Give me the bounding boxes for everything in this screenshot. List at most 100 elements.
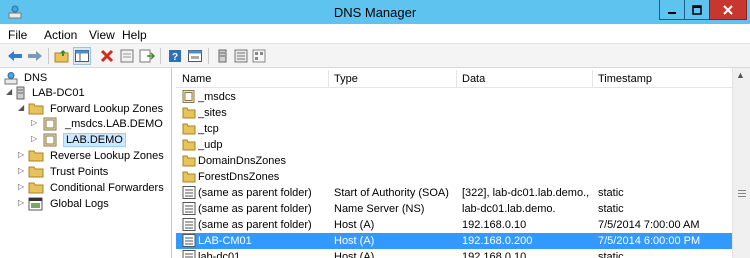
minimize-icon [668, 11, 676, 14]
expand-icon[interactable]: ▷ [31, 119, 39, 127]
scroll-up-icon[interactable]: ▲ [736, 70, 745, 80]
expand-icon[interactable]: ▷ [18, 199, 26, 207]
zone-icon [43, 117, 57, 130]
zone-folder-icon [182, 90, 196, 103]
record-row[interactable]: _tcp [176, 121, 732, 137]
folder-icon [182, 170, 196, 183]
column-data[interactable]: Data [462, 73, 485, 85]
expand-icon[interactable]: ▷ [18, 151, 26, 159]
menu-action[interactable]: Action [44, 28, 77, 42]
server-icon [218, 49, 227, 63]
folder-icon [28, 150, 44, 162]
record-row[interactable]: (same as parent folder) Name Server (NS) l… [176, 201, 732, 217]
folder-icon [182, 138, 196, 151]
record-row[interactable]: _udp [176, 137, 732, 153]
cell-name: (same as parent folder) [198, 187, 312, 199]
maximize-icon [692, 4, 702, 15]
title-bar: DNS Manager [0, 0, 750, 24]
tree-node-dns[interactable]: DNS [4, 70, 49, 85]
tree-label: Global Logs [50, 197, 109, 210]
record-row[interactable]: _sites [176, 105, 732, 121]
dns-icon [4, 71, 18, 84]
tree-node-msdcs-zone[interactable]: _msdcs.LAB.DEMO [43, 116, 165, 131]
collapse-icon[interactable]: ◢ [6, 88, 14, 96]
menu-help[interactable]: Help [122, 28, 147, 42]
record-row[interactable]: lab-dc01 Host (A) 192.168.0.10 static [176, 249, 732, 258]
tree-node-conditional-forwarders[interactable]: Conditional Forwarders [28, 180, 166, 195]
cell-name: _sites [198, 107, 227, 119]
toolbar: ? [0, 44, 750, 68]
vertical-scrollbar[interactable]: ▲ [732, 68, 750, 258]
tree-node-trust-points[interactable]: Trust Points [28, 164, 110, 179]
column-divider[interactable] [328, 70, 329, 88]
folder-icon [182, 154, 196, 167]
cell-name: LAB-CM01 [198, 235, 252, 247]
folder-icon [28, 103, 44, 115]
help-button[interactable]: ? [166, 47, 184, 65]
cell-data: 192.168.0.200 [462, 235, 533, 247]
tree-node-lab-dc01[interactable]: LAB-DC01 [16, 85, 87, 100]
records-button[interactable] [250, 47, 268, 65]
tree-label: Reverse Lookup Zones [50, 149, 164, 162]
back-button[interactable] [6, 47, 24, 65]
expand-icon[interactable]: ▷ [18, 167, 26, 175]
show-hide-tree-button[interactable] [73, 47, 91, 65]
forward-button[interactable] [26, 47, 44, 65]
record-row[interactable]: ForestDnsZones [176, 169, 732, 185]
expand-icon[interactable]: ▷ [18, 183, 26, 191]
show-hide-tree-icon [75, 50, 89, 62]
up-folder-button[interactable] [53, 47, 71, 65]
server-button[interactable] [214, 47, 232, 65]
details-view-button[interactable] [186, 47, 204, 65]
details-view-icon [188, 50, 202, 62]
record-icon [182, 218, 196, 231]
scroll-grip-icon[interactable] [738, 190, 746, 198]
tree-label: _msdcs.LAB.DEMO [65, 117, 163, 130]
export-list-button[interactable] [138, 47, 156, 65]
delete-button[interactable] [98, 47, 116, 65]
close-button[interactable] [709, 0, 747, 20]
toolbar-separator [208, 48, 209, 64]
expand-icon[interactable]: ▷ [31, 135, 39, 143]
folder-icon [28, 166, 44, 178]
record-row[interactable]: _msdcs [176, 89, 732, 105]
tree-label: Conditional Forwarders [50, 181, 164, 194]
tree-node-reverse-lookup-zones[interactable]: Reverse Lookup Zones [28, 148, 166, 163]
column-type[interactable]: Type [334, 73, 358, 85]
menu-view[interactable]: View [89, 28, 115, 42]
cell-name: (same as parent folder) [198, 203, 312, 215]
column-divider[interactable] [456, 70, 457, 88]
record-row[interactable]: (same as parent folder) Host (A) 192.168.0… [176, 217, 732, 233]
record-row[interactable]: LAB-CM01 Host (A) 192.168.0.200 7/5/2014 6:… [176, 233, 732, 249]
column-timestamp[interactable]: Timestamp [598, 73, 652, 85]
properties-icon [120, 49, 134, 63]
zone-icon [43, 133, 57, 146]
forward-icon [28, 51, 42, 61]
record-row[interactable]: (same as parent folder) Start of Authorit… [176, 185, 732, 201]
cell-name: lab-dc01 [198, 251, 241, 258]
column-name[interactable]: Name [182, 73, 211, 85]
tree-label: LAB-DC01 [32, 86, 85, 99]
column-divider[interactable] [592, 70, 593, 88]
menu-file[interactable]: File [8, 28, 27, 42]
record-icon [182, 186, 196, 199]
cell-name: DomainDnsZones [198, 155, 287, 167]
cell-data: 192.168.0.10 [462, 251, 527, 258]
maximize-button[interactable] [684, 0, 710, 20]
svg-text:?: ? [172, 52, 178, 63]
tree-node-forward-lookup-zones[interactable]: Forward Lookup Zones [28, 101, 165, 116]
list-button[interactable] [232, 47, 250, 65]
cell-type: Host (A) [334, 219, 375, 231]
tree-node-global-logs[interactable]: Global Logs [28, 196, 111, 211]
record-icon [182, 202, 196, 215]
properties-button[interactable] [118, 47, 136, 65]
cell-name: _udp [198, 139, 223, 151]
record-row[interactable]: DomainDnsZones [176, 153, 732, 169]
cell-name: (same as parent folder) [198, 219, 312, 231]
cell-name: _msdcs [198, 91, 236, 103]
collapse-icon[interactable]: ◢ [18, 104, 26, 112]
folder-icon [182, 122, 196, 135]
cell-timestamp: static [598, 187, 624, 199]
minimize-button[interactable] [659, 0, 685, 20]
tree-node-lab-demo[interactable]: LAB.DEMO [43, 132, 126, 147]
